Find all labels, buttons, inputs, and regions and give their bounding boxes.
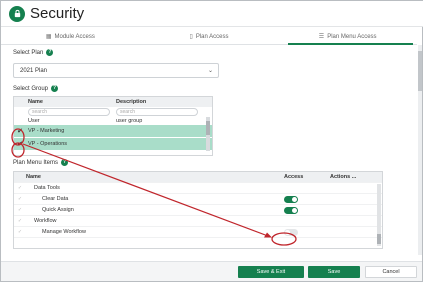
check-icon[interactable]: ✓ [14,229,26,235]
plan-menu-header: Name Access Actions ... [14,172,382,183]
check-icon[interactable]: ✓ [14,196,26,202]
plan-select[interactable]: 2021 Plan ⌄ [13,63,219,78]
access-toggle[interactable] [284,195,298,203]
help-icon[interactable]: ? [61,159,69,166]
check-icon[interactable]: ✔ [16,140,24,148]
table-row[interactable]: ✓ Clear Data [14,194,382,205]
list-icon: ☰ [318,34,325,40]
cancel-button[interactable]: Cancel [365,266,417,278]
grid-icon: ▦ [45,34,52,40]
name-search-input[interactable]: search [28,108,110,116]
help-icon[interactable]: ? [46,49,54,56]
check-icon[interactable]: ✓ [14,218,26,224]
group-table: Name Description search search User user… [13,96,213,156]
table-row[interactable]: ✓ Workflow [14,216,382,227]
tab-module-access[interactable]: ▦ Module Access [1,29,140,44]
footer-bar: Save & Exit Save Cancel [1,261,422,281]
group-scrollbar[interactable] [206,117,210,151]
lock-icon [9,5,25,22]
file-icon: ▯ [189,34,193,40]
menu-item-name: Quick Assign [42,207,74,213]
table-row[interactable]: User user group [14,117,212,124]
table-row[interactable]: ✓ Data Tools [14,183,382,194]
column-header-actions[interactable]: Actions ... [330,174,382,180]
tab-bar: ▦ Module Access ▯ Plan Access ☰ Plan Men… [1,29,417,45]
tab-label: Plan Access [195,33,229,40]
check-icon[interactable]: ✔ [16,127,24,135]
page-title: Security [30,5,85,22]
page-scrollbar[interactable] [418,45,422,255]
column-header-name[interactable]: Name [26,99,114,105]
group-name: VP - Marketing [28,128,65,134]
save-exit-button[interactable]: Save & Exit [238,266,304,278]
access-toggle[interactable] [284,206,298,214]
group-name: VP - Operations [28,141,68,147]
table-row[interactable]: ✓ Manage Workflow [14,227,382,238]
group-table-header: Name Description [14,97,212,107]
table-row[interactable]: ✔ VP - Marketing [14,124,212,137]
plan-menu-label: Plan Menu Items ? [13,159,69,166]
tab-label: Module Access [54,33,95,40]
menu-item-name: Clear Data [42,196,69,202]
group-description: user group [116,117,143,124]
menu-item-name: Workflow [34,218,57,224]
group-search-row: search search [14,107,212,117]
security-window: Security ▦ Module Access ▯ Plan Access ☰… [0,0,423,282]
group-name: User [28,117,40,124]
check-icon[interactable]: ✓ [14,185,26,191]
plan-menu-table: Name Access Actions ... ✓ Data Tools ✓ C… [13,171,383,249]
table-row[interactable]: ✓ Quick Assign [14,205,382,216]
tab-label: Plan Menu Access [327,33,377,40]
select-plan-label: Select Plan ? [13,49,54,56]
description-search-input[interactable]: search [116,108,198,116]
column-header-description[interactable]: Description [114,99,212,105]
save-button[interactable]: Save [308,266,360,278]
table-row[interactable]: ✔ VP - Operations [14,137,212,150]
select-plan-text: Select Plan [13,49,44,56]
tab-plan-menu-access[interactable]: ☰ Plan Menu Access [278,29,417,45]
plan-select-value: 2021 Plan [20,67,48,74]
check-icon[interactable]: ✓ [14,207,26,213]
tab-plan-access[interactable]: ▯ Plan Access [140,29,279,44]
select-group-text: Select Group [13,85,49,92]
plan-menu-text: Plan Menu Items [13,159,59,166]
access-toggle[interactable] [284,228,298,236]
select-group-label: Select Group ? [13,85,59,92]
help-icon[interactable]: ? [51,85,59,92]
plan-menu-scrollbar[interactable] [377,184,381,246]
menu-item-name: Data Tools [34,185,60,191]
page-header: Security [1,1,423,27]
menu-item-name: Manage Workflow [42,229,86,235]
column-header-name[interactable]: Name [26,174,284,180]
column-header-access[interactable]: Access [284,174,330,180]
chevron-down-icon: ⌄ [207,68,213,74]
